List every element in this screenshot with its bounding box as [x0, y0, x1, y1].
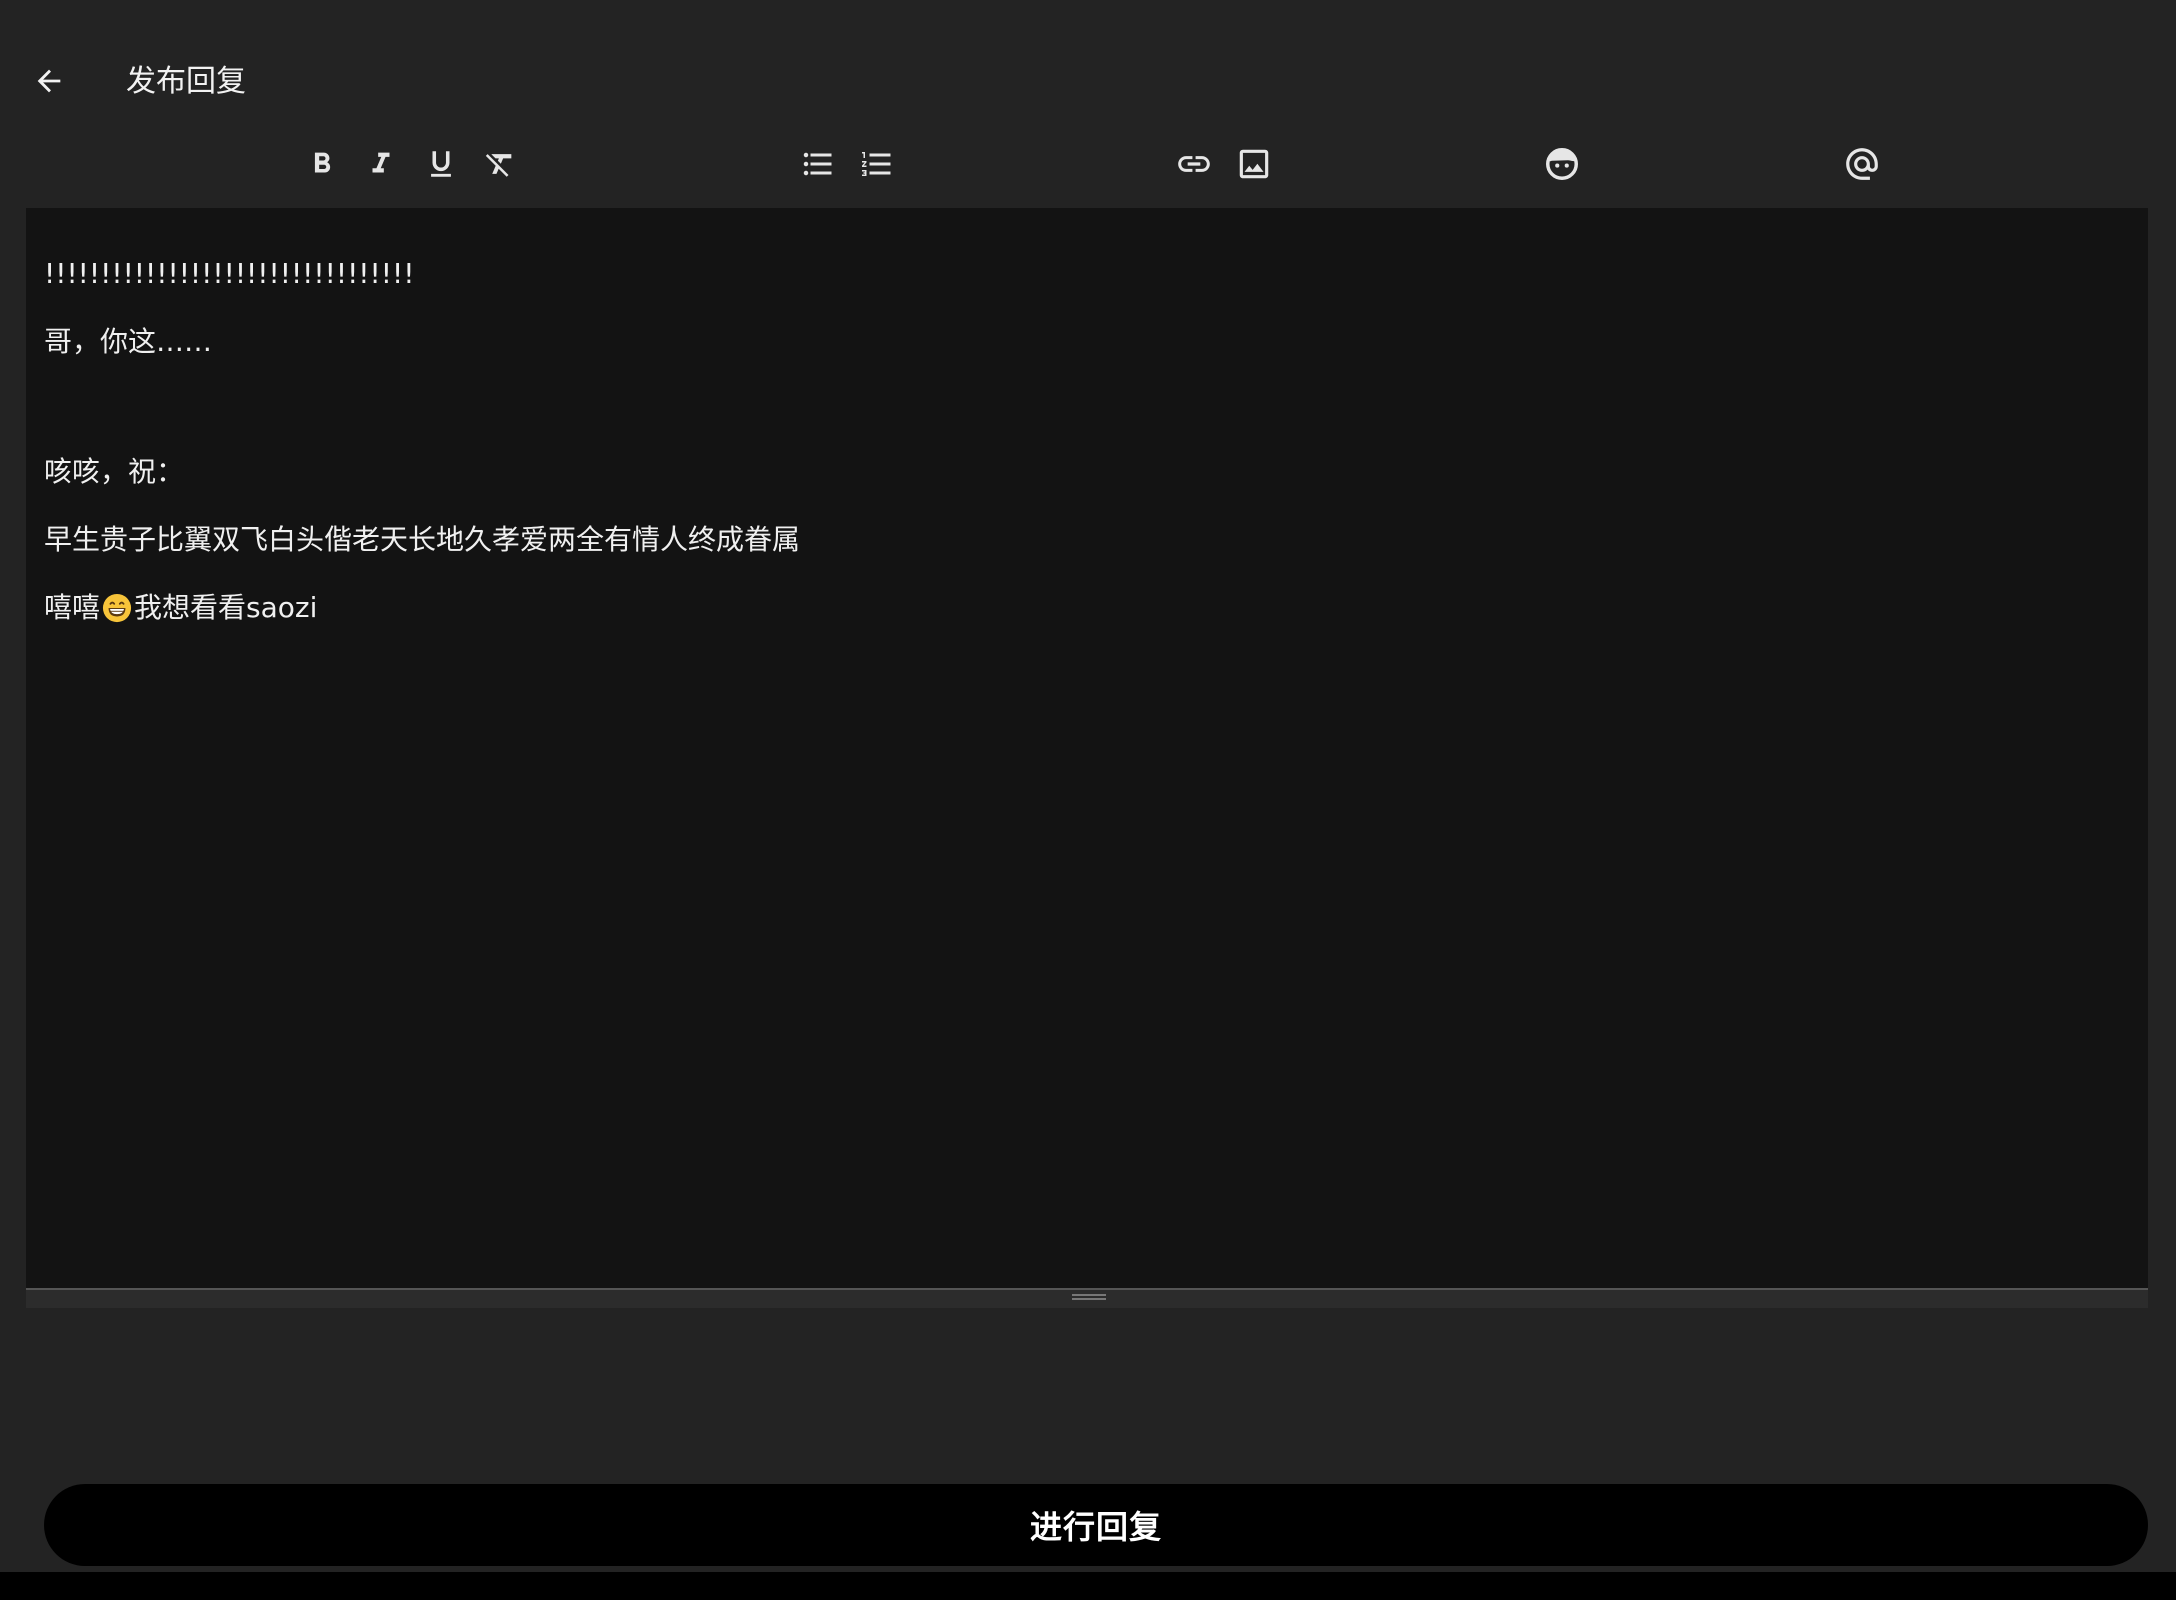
- editor-line: 嘻嘻 我想看看saozi: [44, 588, 2130, 656]
- italic-icon: [372, 152, 390, 173]
- editor-line: 咳咳，祝：: [44, 455, 185, 488]
- arrow-left-icon: [37, 69, 61, 93]
- editor-line-text: 嘻嘻: [44, 591, 101, 624]
- clear-format-button[interactable]: [474, 134, 526, 194]
- mention-button[interactable]: [1836, 134, 1888, 194]
- page-title: 发布回复: [126, 64, 246, 99]
- back-button[interactable]: [20, 52, 78, 110]
- editor-resize-bar: [26, 1288, 2148, 1308]
- editor-line: 早生贵子比翼双飞白头偕老天长地久孝爱两全有情人终成眷属: [44, 523, 801, 556]
- image-icon: [1239, 149, 1269, 179]
- link-icon: [1178, 156, 1210, 172]
- resize-handle[interactable]: [1072, 1294, 1106, 1302]
- emoji-icon: [1546, 148, 1578, 180]
- bold-icon: [314, 152, 331, 173]
- bold-button[interactable]: [296, 134, 348, 194]
- bullet-list-icon: [803, 152, 832, 176]
- numbered-list-button[interactable]: [851, 134, 903, 194]
- reply-editor[interactable]: !!!!!!!!!!!!!!!!!!!!!!!!!!!!!!!!! 哥，你这………: [26, 208, 2148, 1288]
- italic-button[interactable]: [355, 134, 407, 194]
- submit-reply-button[interactable]: 进行回复: [44, 1484, 2148, 1566]
- numbered-list-icon: [862, 152, 891, 176]
- reply-screen: 发布回复 !!!!!!!!!!!!!!!!!!!!!!!!!!!!!!!!! 哥…: [0, 0, 2176, 1600]
- format-toolbar: [0, 134, 2176, 194]
- bullet-list-button[interactable]: [792, 134, 844, 194]
- emoji-button[interactable]: [1536, 134, 1588, 194]
- editor-line: !!!!!!!!!!!!!!!!!!!!!!!!!!!!!!!!!: [44, 257, 415, 290]
- mention-icon: [1846, 148, 1878, 180]
- clear-format-icon: [485, 154, 512, 177]
- editor-line: 哥，你这……: [44, 325, 213, 358]
- image-button[interactable]: [1228, 134, 1280, 194]
- grinning-face-icon: [102, 593, 132, 623]
- header: 发布回复: [0, 0, 2176, 130]
- bottom-strip: [0, 1572, 2176, 1600]
- link-button[interactable]: [1168, 134, 1220, 194]
- editor-line-text: 我想看看saozi: [134, 591, 318, 624]
- underline-button[interactable]: [415, 134, 467, 194]
- underline-icon: [431, 151, 451, 177]
